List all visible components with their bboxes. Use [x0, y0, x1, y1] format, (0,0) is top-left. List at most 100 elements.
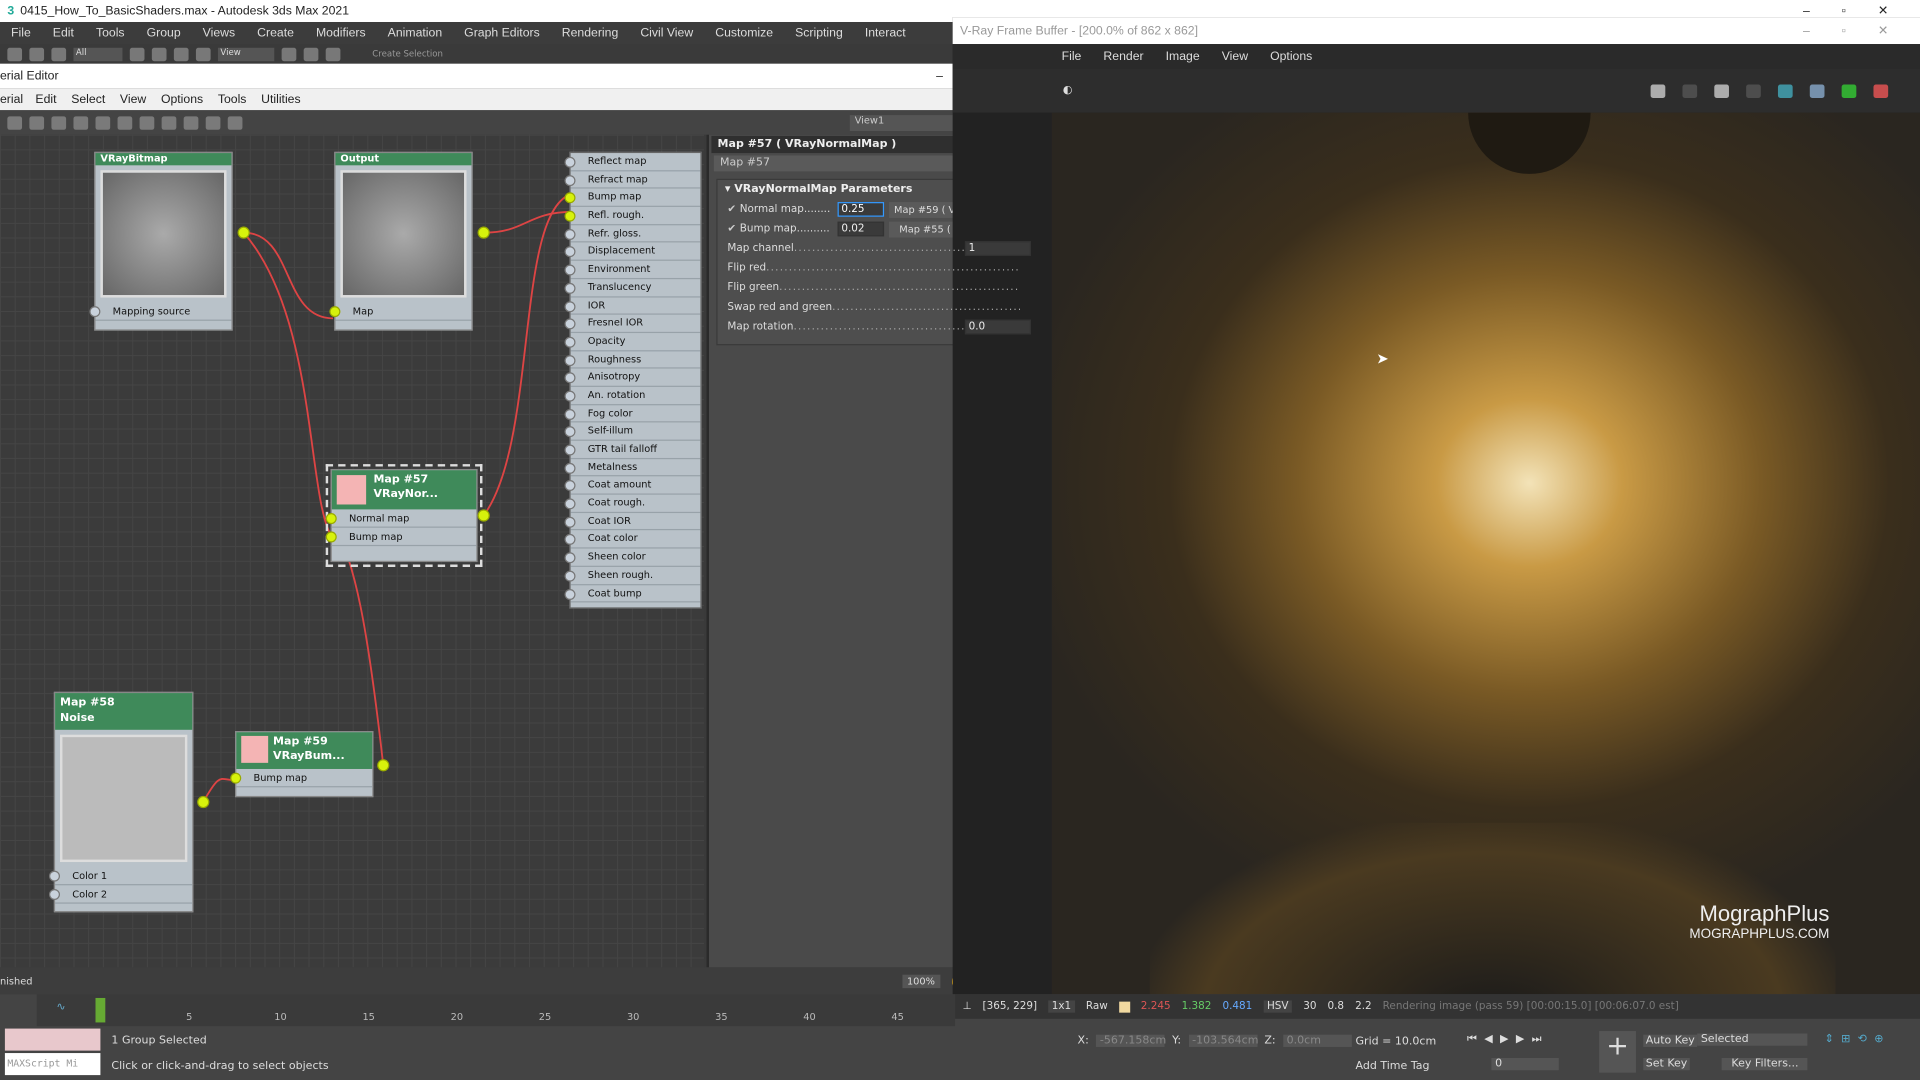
menu-rendering[interactable]: Rendering	[551, 26, 630, 39]
selection-filter-dropdown[interactable]: All	[73, 47, 123, 61]
material-slot[interactable]: Bump map	[564, 189, 701, 208]
menu-interact[interactable]: Interact	[854, 26, 917, 39]
delete-icon[interactable]	[29, 115, 45, 130]
node-view[interactable]: VRayBitmap Mapping source Output Map Ref…	[0, 134, 705, 968]
material-slot[interactable]: Refr. gloss.	[564, 225, 701, 243]
slot-bump-map[interactable]: Bump map	[325, 528, 477, 547]
undo-icon[interactable]	[7, 47, 23, 61]
slot-socket[interactable]	[564, 426, 576, 438]
key-filters-button[interactable]: Key Filters...	[1721, 1057, 1808, 1071]
slot-socket[interactable]	[564, 354, 576, 366]
clear-icon[interactable]	[1682, 83, 1698, 98]
zoom-dropdown[interactable]: 100%	[902, 974, 940, 988]
material-slot[interactable]: Environment	[564, 261, 701, 279]
material-slot[interactable]: Opacity	[564, 333, 701, 351]
zoom-50-icon[interactable]	[1746, 83, 1761, 98]
slot-socket[interactable]	[564, 282, 576, 294]
render-image[interactable]: MographPlus MOGRAPHPLUS.COM ➤	[1051, 112, 1920, 995]
vfb-window-controls[interactable]: –▫✕	[1803, 24, 1920, 37]
slot-socket[interactable]	[564, 588, 576, 600]
slot-socket[interactable]	[564, 480, 576, 492]
slot-normal-map[interactable]: Normal map	[325, 509, 477, 528]
material-slot[interactable]: Fresnel IOR	[564, 315, 701, 333]
save-icon[interactable]	[1650, 83, 1666, 98]
key-mode-dropdown[interactable]: Selected	[1697, 1033, 1808, 1046]
slot-socket[interactable]	[564, 444, 576, 456]
node-map57[interactable]: Map #57 VRayNor... Normal map Bump map	[325, 464, 483, 567]
output-socket[interactable]	[477, 509, 490, 522]
percent-snap-icon[interactable]	[325, 47, 341, 61]
menu-graph-editors[interactable]: Graph Editors	[453, 26, 551, 39]
select-object-icon[interactable]	[129, 47, 145, 61]
material-slot[interactable]: Coat color	[564, 531, 701, 549]
slot-socket[interactable]	[564, 264, 576, 276]
x-field[interactable]: -567.158cm	[1096, 1034, 1166, 1047]
timeline[interactable]: ∿ 5 10 15 20 25 30 35 40 45	[36, 994, 956, 1027]
maxscript-mini-listener[interactable]: MAXScript Mi	[4, 1053, 101, 1076]
material-slot[interactable]: Refract map	[564, 171, 701, 190]
vfb-menu-render[interactable]: Render	[1092, 50, 1154, 63]
layout-children-icon[interactable]	[161, 115, 177, 130]
node-material-slots[interactable]: Reflect map Refract map Bump map Refl. roug…	[564, 151, 702, 609]
menu-customize[interactable]: Customize	[704, 26, 784, 39]
slot-socket[interactable]	[48, 870, 61, 882]
select-by-material-icon[interactable]	[227, 115, 243, 130]
slot-socket[interactable]	[564, 534, 576, 546]
menu-material[interactable]: erial	[0, 92, 28, 105]
channel-dropdown-icon[interactable]: ◐	[1063, 84, 1073, 96]
slot-socket[interactable]	[325, 531, 337, 543]
bump-map-amount[interactable]: 0.02	[837, 221, 885, 237]
region-render-icon[interactable]	[1714, 83, 1729, 98]
max-window-controls[interactable]: –▫✕	[1803, 4, 1920, 17]
slot-socket[interactable]	[564, 318, 576, 330]
slot-color2[interactable]: Color 2	[48, 885, 193, 904]
slot-socket[interactable]	[48, 888, 61, 901]
z-field[interactable]: 0.0cm	[1282, 1034, 1352, 1047]
map-channel-spinner[interactable]: 1	[964, 241, 1032, 256]
slot-socket[interactable]	[564, 462, 576, 474]
angle-snap-icon[interactable]	[303, 47, 319, 61]
slot-color1[interactable]: Color 1	[48, 867, 193, 886]
slot-socket[interactable]	[564, 552, 576, 564]
material-slot[interactable]: Self-illum	[564, 423, 701, 441]
select-by-name-icon[interactable]	[151, 47, 167, 61]
show-map-icon[interactable]	[117, 115, 133, 130]
link-icon[interactable]	[51, 47, 67, 61]
output-socket[interactable]	[197, 795, 210, 809]
current-frame-field[interactable]: 0	[1491, 1057, 1559, 1071]
set-key-button[interactable]: Set Key	[1643, 1057, 1690, 1071]
slot-socket[interactable]	[564, 408, 576, 420]
move-children-icon[interactable]	[51, 115, 67, 130]
menu-modifiers[interactable]: Modifiers	[305, 26, 377, 39]
menu-edit[interactable]: Edit	[28, 92, 64, 105]
material-slot[interactable]: Anisotropy	[564, 369, 701, 387]
node-map59[interactable]: Map #59 VRayBum... Bump map	[230, 731, 374, 798]
render-teapot-icon[interactable]	[1873, 83, 1889, 98]
menu-animation[interactable]: Animation	[377, 26, 453, 39]
output-socket[interactable]	[237, 226, 250, 239]
curve-editor-icon[interactable]: ∿	[56, 1002, 65, 1014]
assign-material-icon[interactable]	[73, 115, 89, 130]
map-rotation-spinner[interactable]: 0.0	[964, 319, 1032, 335]
normal-map-checkbox[interactable]: ✔	[727, 203, 736, 215]
material-slot[interactable]: IOR	[564, 297, 701, 315]
slot-socket[interactable]	[325, 513, 337, 525]
move-icon[interactable]	[173, 47, 189, 61]
slot-socket[interactable]	[564, 246, 576, 258]
refresh-icon[interactable]	[1841, 83, 1857, 98]
slot-socket[interactable]	[230, 772, 242, 784]
viewport-nav-icons[interactable]: ⇕⊞⟲⊕	[1824, 1033, 1890, 1045]
ratio-dropdown[interactable]: 1x1	[1048, 1000, 1075, 1013]
material-slot[interactable]: Coat rough.	[564, 495, 701, 513]
frame-icon[interactable]	[1777, 83, 1793, 98]
menu-views[interactable]: Views	[192, 26, 246, 39]
layout-icon[interactable]	[139, 115, 155, 130]
slot-socket[interactable]	[564, 570, 576, 582]
vfb-menu-file[interactable]: File	[1051, 50, 1093, 63]
slot-socket[interactable]	[564, 192, 576, 204]
slot-socket[interactable]	[564, 210, 576, 222]
vfb-menu-options[interactable]: Options	[1259, 50, 1323, 63]
material-slot[interactable]: Sheen color	[564, 549, 701, 567]
slot-socket[interactable]	[564, 336, 576, 348]
material-map-navigator-icon[interactable]	[183, 115, 199, 130]
